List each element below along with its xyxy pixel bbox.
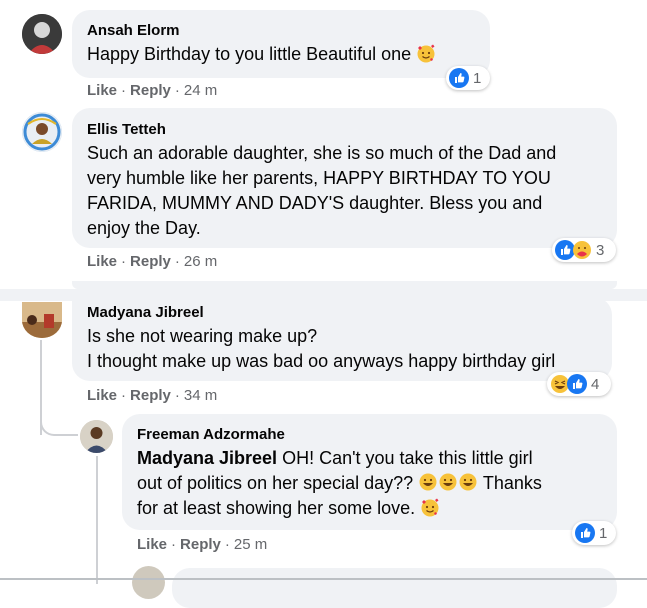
grinning-emoji: [418, 472, 438, 492]
care-icon: [572, 240, 592, 260]
comment-line: I thought make up was bad oo anyways hap…: [87, 351, 556, 371]
comment-author[interactable]: Madyana Jibreel: [87, 304, 204, 321]
comment-line: enjoy the Day.: [87, 218, 201, 238]
reaction-count: 1: [599, 524, 608, 542]
reply-line: for at least showing her some love.: [137, 496, 612, 521]
reply-actions: Like · Reply · 25 m: [137, 536, 268, 553]
comment-line: Such an adorable daughter, she is so muc…: [87, 143, 557, 163]
like-link[interactable]: Like: [87, 387, 117, 404]
like-link[interactable]: Like: [87, 82, 117, 99]
comment-line: Is she not wearing make up?: [87, 326, 318, 346]
comment-text: Is she not wearing make up? I thought ma…: [87, 324, 612, 374]
comment-actions: Like · Reply · 26 m: [87, 253, 218, 270]
mention-link[interactable]: Madyana Jibreel: [137, 448, 277, 468]
comment-actions: Like · Reply · 24 m: [87, 82, 218, 99]
reply-text: Madyana Jibreel OH! Can't you take this …: [137, 446, 612, 521]
reply-link[interactable]: Reply: [130, 82, 171, 99]
timestamp[interactable]: 34 m: [184, 387, 217, 404]
thread-line: [96, 456, 98, 584]
viewport-edge: [0, 578, 647, 580]
timestamp[interactable]: 25 m: [234, 536, 267, 553]
reply-link[interactable]: Reply: [130, 253, 171, 270]
avatar[interactable]: [22, 302, 62, 338]
comment-author[interactable]: Ellis Tetteh: [87, 121, 166, 138]
clipped-bubble-edge: [72, 281, 617, 289]
avatar[interactable]: [80, 420, 113, 453]
avatar[interactable]: [132, 566, 165, 599]
reaction-count: 1: [473, 69, 482, 87]
reactions-badge[interactable]: 3: [552, 238, 616, 262]
reactions-badge[interactable]: 1: [446, 66, 490, 90]
grinning-emoji: [438, 472, 458, 492]
reaction-count: 3: [596, 241, 605, 259]
reaction-count: 4: [591, 375, 600, 393]
heart-face-emoji: [416, 43, 436, 63]
comment-text: Such an adorable daughter, she is so muc…: [87, 141, 612, 241]
comment-author[interactable]: Ansah Elorm: [87, 22, 180, 39]
like-link[interactable]: Like: [137, 536, 167, 553]
reply-line: Madyana Jibreel OH! Can't you take this …: [137, 448, 533, 468]
timestamp[interactable]: 24 m: [184, 82, 217, 99]
reply-link[interactable]: Reply: [130, 387, 171, 404]
reply-link[interactable]: Reply: [180, 536, 221, 553]
reply-line: out of politics on her special day?? Tha…: [137, 472, 542, 493]
reply-author[interactable]: Freeman Adzormahe: [137, 426, 285, 443]
avatar[interactable]: [22, 14, 62, 54]
like-icon: [449, 68, 469, 88]
timestamp[interactable]: 26 m: [184, 253, 217, 270]
comment-actions: Like · Reply · 34 m: [87, 387, 218, 404]
comment-text: Happy Birthday to you little Beautiful o…: [87, 42, 436, 67]
like-icon: [567, 374, 587, 394]
thread-connector: [40, 418, 78, 436]
grinning-emoji: [458, 472, 478, 492]
reply-bubble: [172, 568, 617, 608]
like-link[interactable]: Like: [87, 253, 117, 270]
like-icon: [575, 523, 595, 543]
reactions-badge[interactable]: 1: [572, 521, 616, 545]
avatar[interactable]: [22, 112, 62, 152]
comment-line: very humble like her parents, HAPPY BIRT…: [87, 168, 551, 188]
comment-line: FARIDA, MUMMY AND DADY'S daughter. Bless…: [87, 193, 543, 213]
heart-face-emoji: [420, 497, 440, 517]
reactions-badge[interactable]: 4: [547, 372, 611, 396]
